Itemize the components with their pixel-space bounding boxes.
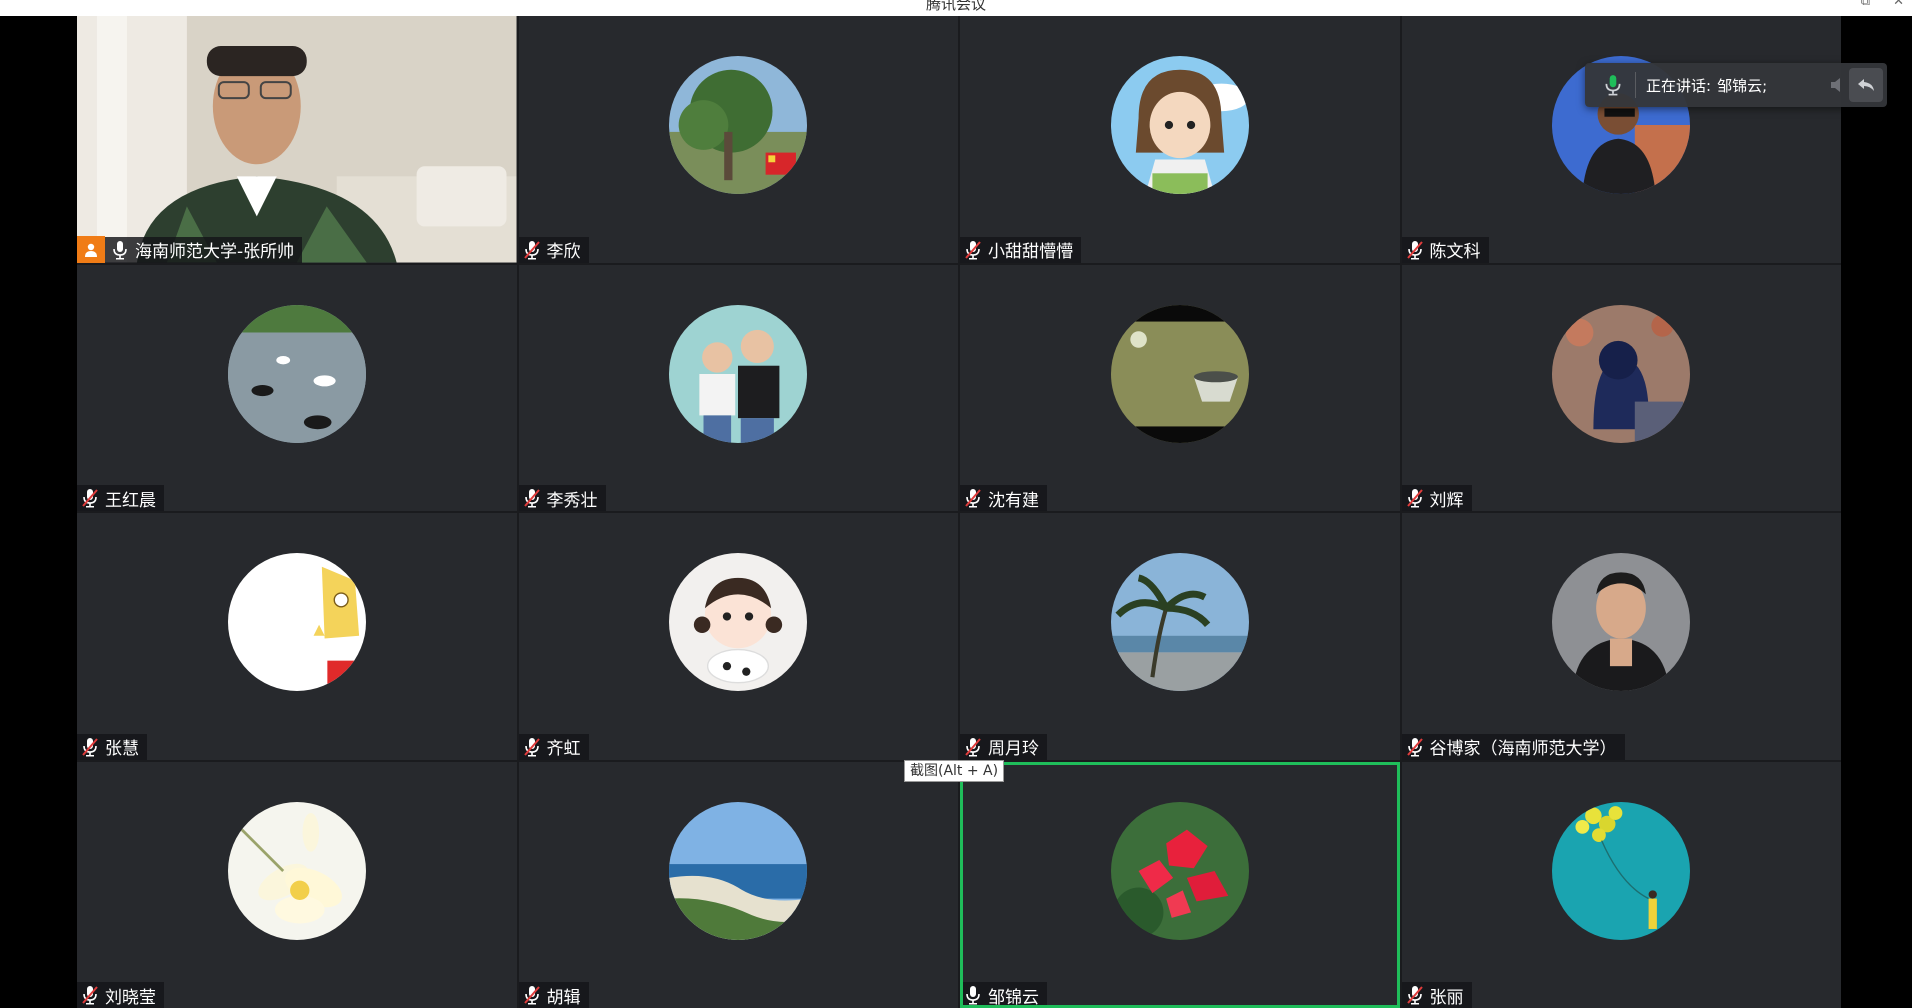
participant-name: 张丽 [1429, 987, 1464, 1008]
participant-namebar: 李秀壮 [518, 485, 606, 511]
participant-namebar: 李欣 [518, 236, 589, 263]
participant-tile[interactable]: 周月玲 [960, 513, 1400, 760]
avatar [1110, 801, 1249, 940]
avatar [227, 304, 366, 443]
avatar [669, 56, 808, 194]
participant-grid: 海南师范大学-张所帅 李欣 小甜甜懵懵 陈文科 王红晨 李秀壮 沈有建 刘辉 张… [77, 16, 1841, 1008]
mic-muted-icon [1406, 985, 1424, 1005]
avatar [1552, 801, 1691, 940]
participant-tile[interactable]: 李秀壮 [518, 264, 958, 511]
participant-name: 张慧 [105, 739, 139, 759]
avatar [1110, 56, 1249, 194]
window-close-icon[interactable]: ✕ [1893, 0, 1904, 9]
participant-tile[interactable]: 海南师范大学-张所帅 [77, 16, 517, 263]
avatar [669, 801, 808, 940]
participant-name: 周月玲 [988, 739, 1039, 759]
current-speaker-panel: 正在讲话: 邹锦云; [1585, 63, 1887, 107]
participant-name: 胡辑 [546, 987, 581, 1008]
participant-namebar: 刘晓莹 [77, 982, 164, 1008]
mic-muted-icon [81, 488, 99, 508]
participant-tile[interactable]: 刘辉 [1401, 264, 1841, 511]
mic-muted-icon [81, 985, 99, 1005]
participant-namebar: 刘辉 [1401, 485, 1472, 511]
mic-muted-icon [1406, 240, 1424, 260]
mic-muted-icon [964, 488, 982, 508]
mic-muted-icon [1406, 737, 1424, 757]
window-titlebar: 腾讯会议 ⧉ ✕ [0, 0, 1912, 16]
participant-tile[interactable]: 齐虹 [518, 513, 958, 760]
mic-on-icon [111, 240, 129, 260]
participant-namebar: 周月玲 [960, 733, 1047, 760]
panel-divider [1635, 72, 1636, 98]
participant-namebar: 谷博家（海南师范大学） [1401, 733, 1625, 760]
avatar [227, 801, 366, 940]
volume-icon[interactable] [1829, 76, 1847, 94]
participant-name: 谷博家（海南师范大学） [1429, 739, 1617, 759]
participant-namebar: 陈文科 [1401, 236, 1489, 263]
participant-video [77, 16, 517, 263]
mic-muted-icon [523, 737, 541, 757]
participant-namebar: 胡辑 [518, 982, 589, 1008]
participant-tile[interactable]: 沈有建 [960, 264, 1400, 511]
avatar [1110, 304, 1249, 443]
avatar [1110, 553, 1249, 691]
avatar [669, 553, 808, 691]
participant-namebar: 齐虹 [518, 733, 589, 760]
participant-tile[interactable]: 张慧 [77, 513, 517, 760]
participant-namebar: 张丽 [1401, 982, 1472, 1008]
participant-tile-speaking[interactable]: 邹锦云 [960, 761, 1400, 1008]
participant-name: 海南师范大学-张所帅 [135, 242, 295, 262]
mic-muted-icon [964, 240, 982, 260]
current-speaker-name: 邹锦云; [1717, 76, 1768, 95]
mic-muted-icon [1406, 488, 1424, 508]
avatar [669, 304, 808, 443]
participant-namebar: 邹锦云 [962, 982, 1047, 1008]
avatar [1552, 553, 1691, 691]
participant-namebar: 海南师范大学-张所帅 [77, 235, 303, 263]
participant-namebar: 小甜甜懵懵 [960, 236, 1081, 263]
participant-name: 小甜甜懵懵 [988, 242, 1073, 262]
participant-name: 王红晨 [105, 490, 156, 511]
participant-name: 李欣 [546, 242, 581, 262]
participant-tile[interactable]: 刘晓莹 [77, 761, 517, 1008]
participant-name: 陈文科 [1429, 242, 1481, 262]
mic-muted-icon [81, 737, 99, 757]
avatar [1552, 304, 1691, 443]
window-title: 腾讯会议 [925, 0, 986, 13]
participant-tile[interactable]: 张丽 [1401, 761, 1841, 1008]
participant-tile[interactable]: 小甜甜懵懵 [960, 16, 1400, 263]
participant-tile[interactable]: 谷博家（海南师范大学） [1401, 513, 1841, 760]
participant-name: 邹锦云 [988, 987, 1039, 1008]
participant-name: 齐虹 [546, 739, 581, 759]
participant-name: 刘辉 [1429, 490, 1464, 511]
participant-namebar: 张慧 [77, 733, 147, 760]
participant-namebar: 王红晨 [77, 485, 164, 511]
collapse-panel-button[interactable] [1849, 68, 1883, 102]
mic-muted-icon [523, 488, 541, 508]
speaking-mic-icon [1605, 75, 1621, 96]
current-speaker-label: 正在讲话: [1646, 76, 1712, 95]
mic-muted-icon [523, 240, 541, 260]
participant-tile[interactable]: 胡辑 [518, 761, 958, 1008]
participant-name: 李秀壮 [546, 490, 598, 511]
participant-tile[interactable]: 陈文科 [1401, 16, 1841, 263]
avatar [227, 553, 366, 691]
participant-tile[interactable]: 李欣 [518, 16, 958, 263]
participant-tile[interactable]: 王红晨 [77, 264, 517, 511]
screenshot-tooltip: 截图(Alt + A) [904, 760, 1005, 782]
window-popout-icon[interactable]: ⧉ [1861, 0, 1870, 9]
return-arrow-icon [1858, 79, 1874, 91]
participant-namebar: 沈有建 [960, 485, 1047, 511]
mic-muted-icon [523, 985, 541, 1005]
right-margin [1841, 16, 1912, 1008]
mic-on-icon [964, 985, 982, 1005]
participant-name: 刘晓莹 [105, 987, 156, 1008]
left-margin [0, 16, 77, 1008]
participant-name: 沈有建 [988, 490, 1039, 511]
host-user-icon [77, 235, 105, 263]
mic-muted-icon [964, 737, 982, 757]
